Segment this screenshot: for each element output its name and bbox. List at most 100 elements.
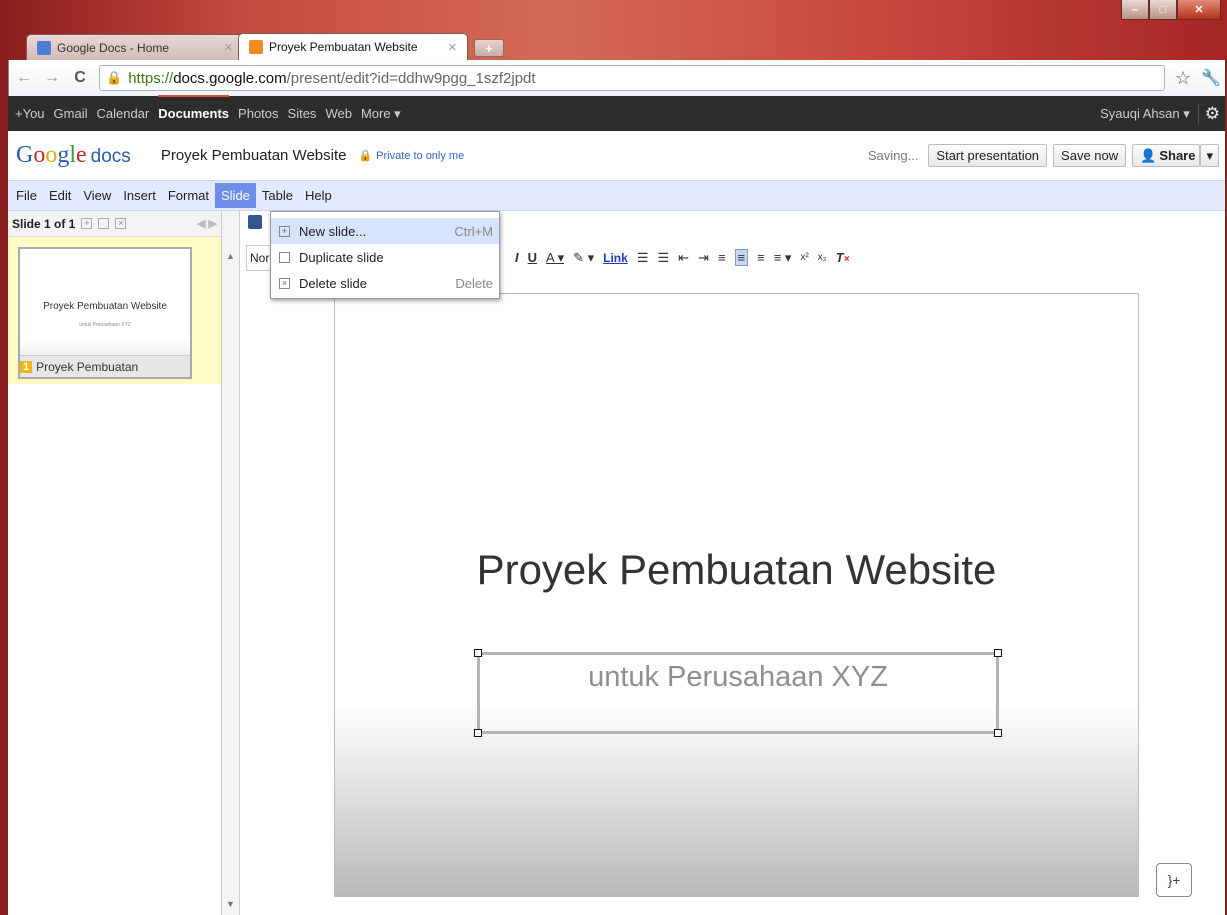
menu-item-label: New slide...: [299, 223, 367, 239]
duplicate-slide-icon[interactable]: [98, 218, 110, 229]
menu-item-label: Duplicate slide: [299, 249, 384, 265]
slide-subtitle[interactable]: untuk Perusahaan XYZ: [480, 661, 996, 694]
save-icon[interactable]: [248, 215, 262, 229]
maximize-button[interactable]: □: [1149, 0, 1177, 20]
numbered-list-icon[interactable]: ☰: [637, 250, 649, 266]
italic-icon[interactable]: I: [515, 250, 519, 265]
gbar-calendar[interactable]: Calendar: [96, 106, 149, 121]
gbar-gmail[interactable]: Gmail: [54, 106, 88, 121]
people-icon: 👤: [1140, 147, 1157, 163]
insert-link-button[interactable]: Link: [603, 251, 628, 265]
line-spacing-icon[interactable]: ≡ ▾: [774, 250, 792, 266]
menu-insert[interactable]: Insert: [117, 183, 162, 208]
gbar-more[interactable]: More ▾: [361, 106, 401, 122]
move-slide-arrows-icon[interactable]: ◀ ▶: [197, 217, 217, 230]
menu-edit[interactable]: Edit: [43, 183, 77, 208]
title-bar: – □ ✕ Google Docs - Home ✕ Proyek Pembua…: [0, 0, 1227, 62]
menu-item-label: Delete slide: [299, 275, 367, 291]
duplicate-slide-menu-item[interactable]: Duplicate slide: [271, 244, 499, 270]
google-docs-logo[interactable]: Google docs: [16, 142, 131, 169]
align-right-icon[interactable]: ≡: [757, 250, 765, 265]
address-bar[interactable]: 🔒 https://docs.google.com/present/edit?i…: [99, 65, 1165, 91]
slide-counter: Slide 1 of 1: [12, 216, 76, 231]
start-presentation-button[interactable]: Start presentation: [928, 144, 1048, 167]
gbar-photos[interactable]: Photos: [238, 106, 278, 121]
gbar-you[interactable]: +You: [15, 106, 45, 121]
duplicate-icon: [279, 251, 290, 263]
text-color-icon[interactable]: A ▾: [546, 250, 564, 266]
clear-formatting-icon[interactable]: T: [836, 250, 850, 265]
thumbnail-caption-text: Proyek Pembuatan: [36, 359, 139, 374]
slide-panel-scrollbar[interactable]: ▲ ▼: [222, 211, 240, 915]
tab-label: Proyek Pembuatan Website: [269, 40, 418, 54]
share-button[interactable]: 👤 Share: [1132, 144, 1201, 167]
highlight-color-icon[interactable]: ✎ ▾: [573, 250, 594, 266]
slide-title[interactable]: Proyek Pembuatan Website: [335, 546, 1138, 594]
menu-bar: File Edit View Insert Format Slide Table…: [8, 181, 1227, 211]
saving-status: Saving...: [867, 148, 919, 163]
share-label: Share: [1159, 148, 1196, 163]
menu-item-shortcut: Ctrl+M: [454, 223, 493, 239]
underline-icon[interactable]: U: [528, 250, 537, 265]
menu-view[interactable]: View: [77, 183, 117, 208]
url-host: docs.google.com: [173, 69, 287, 87]
thumbnail-subtitle: untuk Perusahaan XYZ: [79, 322, 131, 328]
gbar-documents[interactable]: Documents: [158, 95, 229, 121]
resize-handle[interactable]: [994, 729, 1002, 737]
tab-google-docs-home[interactable]: Google Docs - Home ✕: [26, 34, 244, 60]
minimize-button[interactable]: –: [1121, 0, 1149, 20]
presentation-favicon-icon: [249, 40, 263, 54]
resize-handle[interactable]: [994, 649, 1002, 657]
slide-sorter-panel: Slide 1 of 1 + × ◀ ▶ Proyek Pembuatan We…: [8, 211, 222, 915]
speaker-notes-icon[interactable]: }+: [1156, 863, 1192, 897]
delete-slide-icon[interactable]: ×: [115, 218, 127, 229]
back-icon[interactable]: ←: [15, 69, 33, 87]
save-now-button[interactable]: Save now: [1053, 144, 1127, 167]
menu-help[interactable]: Help: [299, 183, 338, 208]
increase-indent-icon[interactable]: ⇥: [698, 250, 709, 266]
gbar-sites[interactable]: Sites: [288, 106, 317, 121]
scroll-up-icon[interactable]: ▲: [226, 251, 235, 261]
subtitle-textbox[interactable]: untuk Perusahaan XYZ: [474, 649, 1002, 737]
wrench-icon[interactable]: 🔧: [1201, 68, 1221, 88]
decrease-indent-icon[interactable]: ⇤: [678, 250, 689, 266]
menu-item-shortcut: Delete: [455, 275, 493, 291]
superscript-icon[interactable]: x²: [800, 252, 808, 263]
lock-icon: 🔒: [358, 150, 373, 162]
gear-icon[interactable]: ⚙: [1197, 103, 1220, 124]
gbar-web[interactable]: Web: [325, 106, 352, 121]
tab-proyek-pembuatan-website[interactable]: Proyek Pembuatan Website ✕: [238, 33, 468, 60]
tab-close-icon[interactable]: ✕: [224, 41, 233, 54]
privacy-status[interactable]: 🔒 Private to only me: [358, 149, 464, 163]
add-slide-icon[interactable]: +: [81, 218, 93, 229]
reload-icon[interactable]: C: [71, 69, 89, 87]
resize-handle[interactable]: [474, 649, 482, 657]
new-tab-button[interactable]: +: [474, 39, 504, 57]
document-title[interactable]: Proyek Pembuatan Website: [161, 147, 347, 164]
align-left-icon[interactable]: ≡: [718, 250, 726, 265]
scroll-down-icon[interactable]: ▼: [226, 899, 235, 909]
forward-icon[interactable]: →: [43, 69, 61, 87]
new-slide-menu-item[interactable]: + New slide... Ctrl+M: [271, 218, 499, 244]
share-dropdown-button[interactable]: ▾: [1200, 144, 1219, 167]
close-window-button[interactable]: ✕: [1177, 0, 1221, 20]
align-center-icon[interactable]: ≡: [734, 249, 749, 266]
delete-slide-menu-item[interactable]: × Delete slide Delete: [271, 270, 499, 296]
menu-file[interactable]: File: [10, 183, 43, 208]
slide-thumbnail[interactable]: Proyek Pembuatan Website untuk Perusahaa…: [18, 247, 192, 379]
user-menu[interactable]: Syauqi Ahsan ▾: [1100, 106, 1190, 122]
resize-handle[interactable]: [474, 729, 482, 737]
slide-number-badge: 1: [20, 360, 33, 373]
bulleted-list-icon[interactable]: ☰: [657, 250, 669, 266]
slide-menu-dropdown: + New slide... Ctrl+M Duplicate slide × …: [270, 211, 500, 299]
slide-thumbnail-item[interactable]: Proyek Pembuatan Website untuk Perusahaa…: [8, 237, 221, 384]
menu-table[interactable]: Table: [256, 183, 299, 208]
menu-format[interactable]: Format: [162, 183, 215, 208]
docs-favicon-icon: [37, 40, 51, 55]
bookmark-star-icon[interactable]: ☆: [1175, 68, 1191, 89]
browser-toolbar: ← → C 🔒 https://docs.google.com/present/…: [8, 60, 1227, 96]
tab-close-icon[interactable]: ✕: [448, 41, 457, 54]
menu-slide[interactable]: Slide: [215, 183, 256, 208]
subscript-icon[interactable]: x₂: [818, 252, 827, 263]
slide-canvas[interactable]: Proyek Pembuatan Website untuk Perusahaa…: [334, 293, 1139, 897]
